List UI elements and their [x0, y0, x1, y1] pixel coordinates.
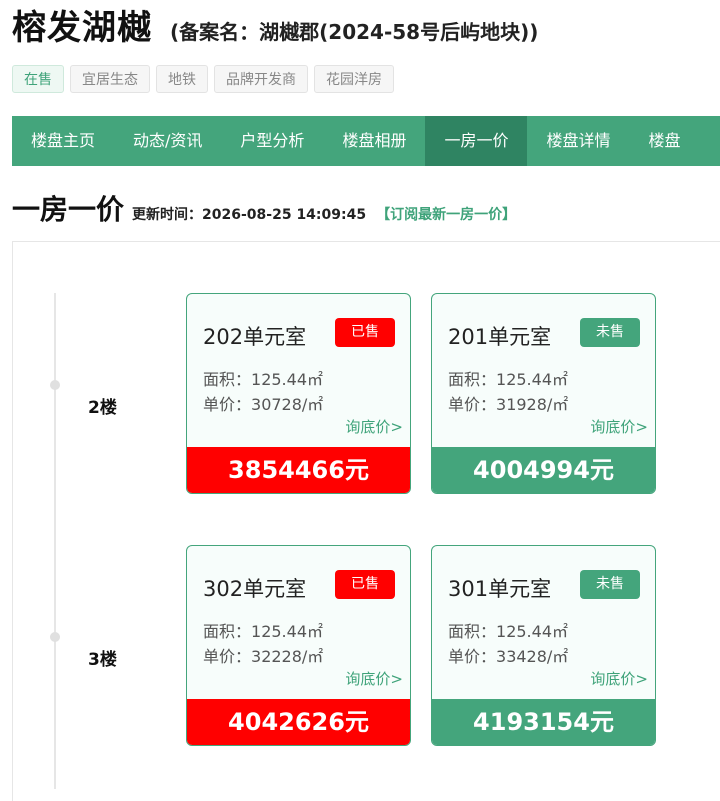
- tag-brand-developer: 品牌开发商: [214, 65, 308, 93]
- tag-garden-house: 花园洋房: [314, 65, 394, 93]
- unit-price-per-sqm: 单价：30728/㎡: [203, 395, 324, 414]
- total-price: 4042626元: [187, 699, 410, 745]
- registered-name: (备案名：湖樾郡(2024-58号后屿地块)): [170, 20, 539, 44]
- floor-label: 3楼: [88, 650, 117, 670]
- nav-floorplans[interactable]: 户型分析: [221, 116, 323, 166]
- floor-timeline: [54, 293, 56, 789]
- tag-metro: 地铁: [156, 65, 208, 93]
- ask-price-link[interactable]: 询底价>: [345, 668, 403, 689]
- unit-area: 面积：125.44㎡: [448, 622, 569, 641]
- ask-price-link[interactable]: 询底价>: [345, 416, 403, 437]
- ask-price-link[interactable]: 询底价>: [590, 416, 648, 437]
- status-badge: 已售: [335, 570, 395, 599]
- total-price: 3854466元: [187, 447, 410, 493]
- unit-price-per-sqm: 单价：31928/㎡: [448, 395, 569, 414]
- nav-news[interactable]: 动态/资讯: [114, 116, 221, 166]
- tag-list: 在售 宜居生态 地铁 品牌开发商 花园洋房: [12, 65, 394, 93]
- status-badge: 未售: [580, 570, 640, 599]
- unit-area: 面积：125.44㎡: [448, 370, 569, 389]
- update-label: 更新时间：: [132, 207, 203, 223]
- timeline-dot: [50, 380, 60, 390]
- total-price: 4193154元: [432, 699, 655, 745]
- unit-card-202[interactable]: 202单元室 已售 面积：125.44㎡ 单价：30728/㎡ 询底价> 385…: [186, 293, 411, 494]
- unit-card-301[interactable]: 301单元室 未售 面积：125.44㎡ 单价：33428/㎡ 询底价> 419…: [431, 545, 656, 746]
- status-badge: 未售: [580, 318, 640, 347]
- price-list-header: 一房一价 更新时间： 2026-08-25 14:09:45 【订阅最新一房一价…: [12, 188, 516, 228]
- subscribe-link[interactable]: 【订阅最新一房一价】: [376, 204, 516, 224]
- nav-album[interactable]: 楼盘相册: [323, 116, 425, 166]
- nav-details[interactable]: 楼盘详情: [527, 116, 629, 166]
- nav-home[interactable]: 楼盘主页: [12, 116, 114, 166]
- status-badge: 已售: [335, 318, 395, 347]
- ask-price-link[interactable]: 询底价>: [590, 668, 648, 689]
- unit-room: 201单元室: [448, 325, 552, 349]
- total-price: 4004994元: [432, 447, 655, 493]
- floor-label: 2楼: [88, 398, 117, 418]
- tag-eco: 宜居生态: [70, 65, 150, 93]
- section-title: 一房一价: [12, 193, 125, 226]
- update-time: 2026-08-25 14:09:45: [202, 207, 367, 223]
- page-header: 榕发湖樾 (备案名：湖樾郡(2024-58号后屿地块)): [12, 0, 538, 50]
- nav-more[interactable]: 楼盘: [629, 116, 699, 166]
- nav-price-list[interactable]: 一房一价: [425, 116, 528, 166]
- unit-room: 301单元室: [448, 577, 552, 601]
- property-nav: 楼盘主页 动态/资讯 户型分析 楼盘相册 一房一价 楼盘详情 楼盘: [12, 116, 720, 166]
- tag-on-sale: 在售: [12, 65, 64, 93]
- unit-card-201[interactable]: 201单元室 未售 面积：125.44㎡ 单价：31928/㎡ 询底价> 400…: [431, 293, 656, 494]
- page-title: 榕发湖樾: [12, 8, 152, 48]
- unit-price-per-sqm: 单价：32228/㎡: [203, 647, 324, 666]
- unit-area: 面积：125.44㎡: [203, 622, 324, 641]
- unit-room: 302单元室: [203, 577, 307, 601]
- unit-price-per-sqm: 单价：33428/㎡: [448, 647, 569, 666]
- timeline-dot: [50, 632, 60, 642]
- unit-room: 202单元室: [203, 325, 307, 349]
- unit-card-302[interactable]: 302单元室 已售 面积：125.44㎡ 单价：32228/㎡ 询底价> 404…: [186, 545, 411, 746]
- unit-area: 面积：125.44㎡: [203, 370, 324, 389]
